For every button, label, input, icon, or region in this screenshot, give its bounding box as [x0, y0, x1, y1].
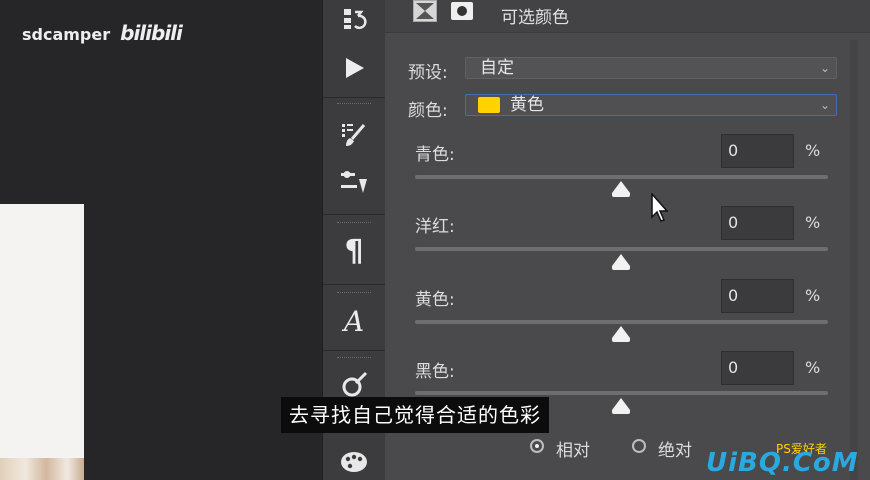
- black-slider-thumb[interactable]: [612, 398, 630, 414]
- color-palette-icon[interactable]: [339, 446, 369, 476]
- absolute-label: 绝对: [658, 441, 692, 461]
- black-slider-track[interactable]: [415, 391, 828, 395]
- bilibili-logo: bilibili: [120, 21, 183, 45]
- black-unit: %: [805, 358, 821, 377]
- black-label: 黑色:: [415, 362, 455, 382]
- video-subtitle: 去寻找自己觉得合适的色彩: [281, 397, 549, 433]
- bilibili-watermark: sdcamper bilibili: [22, 21, 183, 45]
- paragraph-icon[interactable]: ¶: [339, 234, 369, 269]
- black-input[interactable]: 0: [721, 351, 794, 385]
- magenta-input[interactable]: 0: [721, 206, 794, 240]
- document-canvas[interactable]: sdcamper bilibili: [0, 0, 322, 480]
- preset-label: 预设:: [408, 63, 448, 83]
- magenta-slider-thumb[interactable]: [612, 254, 630, 270]
- magenta-label: 洋红:: [415, 217, 455, 237]
- cyan-slider-thumb[interactable]: [612, 181, 630, 197]
- adjustments-icon[interactable]: [339, 168, 369, 198]
- preset-value: 自定: [480, 58, 514, 78]
- cyan-input[interactable]: 0: [721, 134, 794, 168]
- yellow-input[interactable]: 0: [721, 279, 794, 313]
- panel-scrollbar[interactable]: [850, 40, 858, 480]
- yellow-label: 黄色:: [415, 290, 455, 310]
- character-icon[interactable]: A: [339, 305, 369, 338]
- relative-radio[interactable]: [530, 439, 544, 453]
- corner-watermark: UiBQ.CoM: [706, 448, 859, 478]
- colors-dropdown[interactable]: 黄色 ⌄: [465, 94, 837, 116]
- clone-source-icon[interactable]: [339, 370, 369, 400]
- watermark-user: sdcamper: [22, 25, 111, 44]
- chevron-down-icon: ⌄: [819, 61, 830, 75]
- brush-settings-icon[interactable]: [339, 120, 369, 150]
- yellow-unit: %: [805, 286, 821, 305]
- yellow-swatch: [478, 97, 500, 113]
- yellow-slider-thumb[interactable]: [612, 326, 630, 342]
- layer-mask-icon[interactable]: [451, 2, 473, 20]
- colors-label: 颜色:: [408, 101, 448, 121]
- absolute-radio[interactable]: [632, 439, 646, 453]
- cyan-slider-track[interactable]: [415, 175, 828, 179]
- relative-label: 相对: [556, 441, 590, 461]
- cyan-label: 青色:: [415, 145, 455, 165]
- magenta-slider-track[interactable]: [415, 247, 828, 251]
- yellow-slider-track[interactable]: [415, 320, 828, 324]
- panel-header: 可选颜色: [385, 0, 870, 33]
- layer-comps-icon[interactable]: [339, 4, 369, 34]
- mouse-cursor-icon: [650, 192, 670, 227]
- magenta-unit: %: [805, 213, 821, 232]
- play-icon[interactable]: [339, 53, 369, 83]
- photo-preview: [0, 204, 84, 480]
- colors-value: 黄色: [510, 95, 544, 115]
- panel-title: 可选颜色: [501, 8, 569, 28]
- selective-color-adjustment-icon[interactable]: [413, 0, 437, 22]
- cyan-unit: %: [805, 141, 821, 160]
- preset-dropdown[interactable]: 自定 ⌄: [465, 57, 837, 79]
- chevron-down-icon: ⌄: [819, 98, 830, 112]
